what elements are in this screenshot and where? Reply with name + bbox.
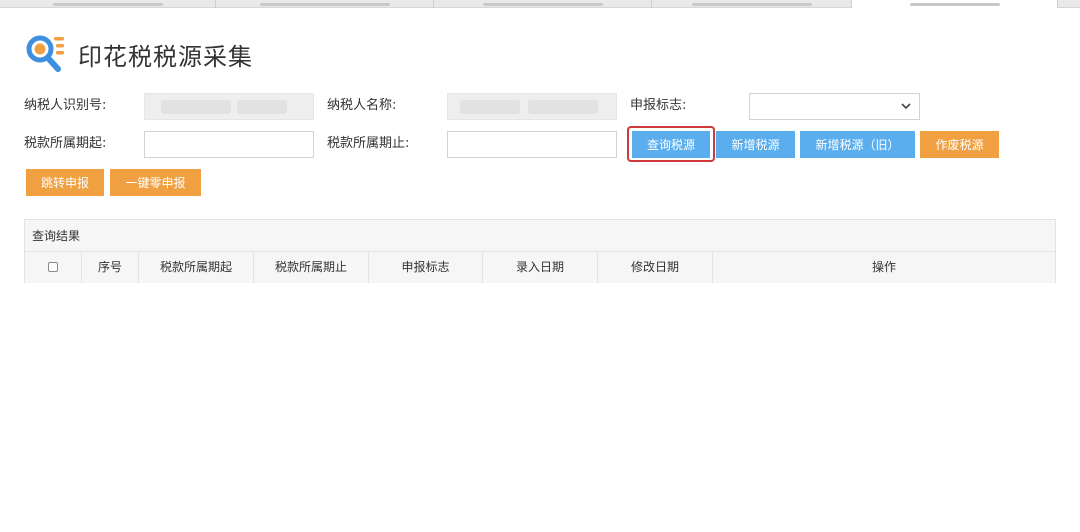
void-source-button[interactable]: 作废税源 bbox=[920, 131, 999, 158]
taxpayer-id-field[interactable] bbox=[144, 93, 314, 120]
results-panel: 查询结果 序号 税款所属期起 税款所属期止 申报标志 录入日期 修改日期 操作 bbox=[24, 219, 1056, 283]
col-header-period-start: 税款所属期起 bbox=[139, 252, 254, 283]
add-source-button[interactable]: 新增税源 bbox=[716, 131, 795, 158]
tab-2[interactable] bbox=[216, 0, 434, 8]
period-end-label: 税款所属期止: bbox=[327, 136, 410, 151]
period-start-label: 税款所属期起: bbox=[24, 136, 107, 151]
select-all-checkbox[interactable] bbox=[48, 261, 58, 272]
select-all-cell bbox=[25, 252, 82, 283]
query-button[interactable]: 查询税源 bbox=[632, 131, 710, 158]
taxpayer-name-label: 纳税人名称: bbox=[327, 98, 397, 113]
tab-strip bbox=[0, 0, 1080, 8]
add-source-old-button[interactable]: 新增税源（旧） bbox=[800, 131, 915, 158]
col-header-modify-date: 修改日期 bbox=[598, 252, 713, 283]
zero-declare-button[interactable]: 一键零申报 bbox=[110, 169, 201, 196]
page-header: 印花税税源采集 bbox=[24, 32, 253, 76]
period-start-input[interactable] bbox=[144, 131, 314, 158]
col-header-entry-date: 录入日期 bbox=[483, 252, 598, 283]
taxpayer-name-field[interactable] bbox=[447, 93, 617, 120]
results-title: 查询结果 bbox=[25, 220, 1055, 252]
col-header-period-end: 税款所属期止 bbox=[254, 252, 369, 283]
search-doc-icon bbox=[24, 32, 68, 76]
col-header-declare-flag: 申报标志 bbox=[369, 252, 483, 283]
period-end-input[interactable] bbox=[447, 131, 617, 158]
taxpayer-id-label: 纳税人识别号: bbox=[24, 98, 107, 113]
tab-5[interactable] bbox=[852, 0, 1058, 8]
table-header-row: 序号 税款所属期起 税款所属期止 申报标志 录入日期 修改日期 操作 bbox=[25, 252, 1055, 283]
declare-flag-select[interactable] bbox=[749, 93, 920, 120]
col-header-index: 序号 bbox=[82, 252, 139, 283]
col-header-actions: 操作 bbox=[871, 260, 896, 274]
jump-declare-button[interactable]: 跳转申报 bbox=[26, 169, 104, 196]
chevron-down-icon bbox=[901, 103, 911, 110]
page-title: 印花税税源采集 bbox=[78, 42, 253, 71]
tab-4[interactable] bbox=[652, 0, 852, 8]
tab-1[interactable] bbox=[0, 0, 216, 8]
declare-flag-label: 申报标志: bbox=[630, 98, 687, 113]
tab-3[interactable] bbox=[434, 0, 652, 8]
